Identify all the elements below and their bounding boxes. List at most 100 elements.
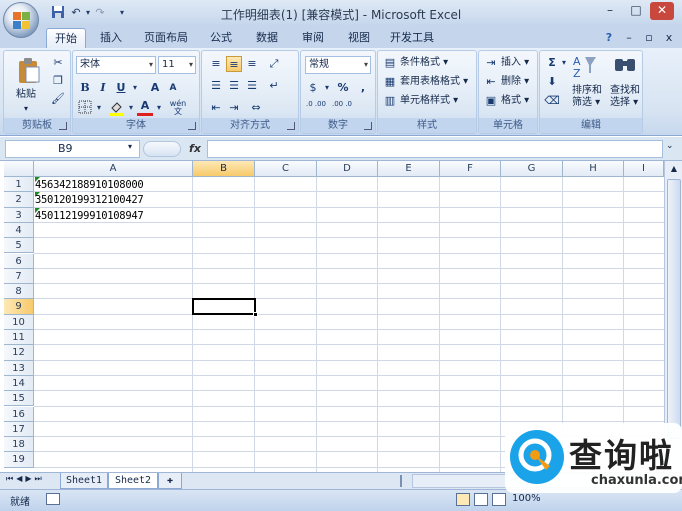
autosum-dropdown-icon[interactable]: ▾ [556, 55, 572, 71]
font-size-combo[interactable]: 11 ▾ [158, 56, 196, 74]
merge-center-icon[interactable]: ⇔ [248, 100, 264, 116]
expand-formula-bar-icon[interactable]: ⌄ [666, 141, 674, 151]
copy-icon[interactable]: ❐ [50, 73, 66, 89]
row-header-18[interactable]: 18 [4, 437, 34, 453]
page-break-view-icon[interactable] [492, 493, 506, 506]
scroll-up-icon[interactable]: ▲ [666, 161, 682, 177]
row-header-14[interactable]: 14 [4, 375, 34, 392]
tab-view[interactable]: 视图 [340, 28, 378, 48]
delete-cells-icon[interactable]: ⇤ [483, 74, 499, 90]
sheet-tab-sheet1[interactable]: Sheet1 [60, 473, 108, 489]
percent-button[interactable]: % [335, 80, 351, 96]
italic-button[interactable]: I [95, 80, 111, 96]
row-header-12[interactable]: 12 [4, 345, 34, 361]
row-header-2[interactable]: 2 [4, 192, 34, 208]
office-button[interactable] [3, 2, 39, 38]
cell-a3[interactable]: 450112199910108947 [35, 209, 144, 224]
alignment-launcher-icon[interactable] [287, 122, 295, 130]
tab-home[interactable]: 开始 [46, 28, 86, 48]
cut-icon[interactable]: ✂ [50, 55, 66, 71]
format-cells-icon[interactable]: ▣ [483, 93, 499, 109]
row-header-7[interactable]: 7 [4, 268, 34, 285]
restore-button[interactable]: □ [624, 2, 648, 20]
delete-cells-button[interactable]: 删除 ▾ [501, 74, 529, 90]
format-painter-icon[interactable]: 🖌 [50, 91, 66, 107]
accounting-dropdown-icon[interactable]: ▾ [319, 80, 335, 96]
format-cells-button[interactable]: 格式 ▾ [501, 93, 529, 109]
format-as-table-icon[interactable]: ▦ [382, 74, 398, 90]
row-header-6[interactable]: 6 [4, 253, 34, 269]
sort-filter-button[interactable]: 排序和 筛选 ▾ [572, 85, 602, 109]
borders-dropdown-icon[interactable]: ▾ [91, 100, 107, 116]
align-left-icon[interactable]: ☰ [208, 78, 224, 94]
conditional-format-icon[interactable]: ▤ [382, 55, 398, 71]
sheet-tab-sheet2[interactable]: Sheet2 [108, 473, 158, 489]
column-header-h[interactable]: H [563, 161, 624, 177]
ribbon-close-icon[interactable]: x [660, 28, 678, 48]
row-header-9[interactable]: 9 [4, 299, 34, 315]
phonetic-button[interactable]: wén 文 [167, 100, 189, 116]
font-launcher-icon[interactable] [188, 122, 196, 130]
row-header-17[interactable]: 17 [4, 421, 34, 438]
format-as-table-button[interactable]: 套用表格格式 ▾ [400, 74, 468, 90]
insert-cells-button[interactable]: 插入 ▾ [501, 55, 529, 71]
ribbon-minimize-icon[interactable]: – [620, 28, 638, 48]
cell-styles-button[interactable]: 单元格样式 ▾ [400, 93, 458, 109]
tab-developer[interactable]: 开发工具 [386, 28, 438, 48]
row-header-3[interactable]: 3 [4, 207, 34, 223]
zoom-level[interactable]: 100% [512, 493, 541, 504]
paste-icon[interactable] [16, 57, 42, 85]
wrap-text-icon[interactable]: ↵ [266, 78, 282, 94]
vertical-scroll-thumb[interactable] [667, 179, 681, 439]
decrease-decimal-button[interactable]: .00 .0 [331, 100, 353, 116]
insert-function-button[interactable]: fx [183, 140, 207, 158]
grow-font-button[interactable]: A [147, 80, 163, 96]
column-header-g[interactable]: G [501, 161, 563, 177]
column-header-e[interactable]: E [378, 161, 440, 177]
number-format-combo[interactable]: 常规 ▾ [305, 56, 371, 74]
align-bottom-icon[interactable]: ≡ [244, 56, 260, 72]
name-box-dropdown-icon[interactable]: ▾ [128, 142, 132, 151]
row-header-4[interactable]: 4 [4, 222, 34, 239]
tab-insert[interactable]: 插入 [92, 28, 130, 48]
macro-record-icon[interactable] [46, 493, 60, 505]
column-header-f[interactable]: F [440, 161, 501, 177]
paste-dropdown-icon[interactable]: ▾ [24, 101, 28, 117]
ribbon-restore-icon[interactable]: ▫ [640, 28, 658, 48]
font-name-combo[interactable]: 宋体 ▾ [76, 56, 156, 74]
row-header-10[interactable]: 10 [4, 314, 34, 330]
clear-icon[interactable]: ⌫ [544, 93, 560, 109]
decrease-indent-icon[interactable]: ⇤ [208, 100, 224, 116]
align-right-icon[interactable]: ☰ [244, 78, 260, 94]
column-header-a[interactable]: A [34, 161, 193, 177]
bold-button[interactable]: B [77, 80, 93, 96]
align-top-icon[interactable]: ≡ [208, 56, 224, 72]
insert-sheet-icon[interactable]: ✚ [158, 473, 182, 489]
fill-icon[interactable]: ⬇ [544, 74, 560, 90]
underline-dropdown-icon[interactable]: ▾ [127, 80, 143, 96]
tab-review[interactable]: 审阅 [294, 28, 332, 48]
select-all-corner[interactable] [4, 161, 34, 177]
formula-input[interactable] [207, 140, 663, 158]
column-header-d[interactable]: D [317, 161, 378, 177]
close-button[interactable]: ✕ [650, 2, 674, 20]
row-header-19[interactable]: 19 [4, 452, 34, 468]
sort-filter-icon[interactable]: AZ [572, 53, 598, 80]
insert-cells-icon[interactable]: ⇥ [483, 55, 499, 71]
tab-split-handle[interactable] [400, 475, 408, 487]
find-select-icon[interactable] [612, 53, 638, 79]
clipboard-launcher-icon[interactable] [59, 122, 67, 130]
shrink-font-button[interactable]: A [165, 80, 181, 96]
font-color-dropdown-icon[interactable]: ▾ [151, 100, 167, 116]
increase-decimal-button[interactable]: .0 .00 [305, 100, 327, 116]
increase-indent-icon[interactable]: ⇥ [226, 100, 242, 116]
orientation-icon[interactable]: ⤢ [266, 56, 282, 72]
tab-page-layout[interactable]: 页面布局 [140, 28, 192, 48]
column-header-b[interactable]: B [193, 161, 255, 177]
row-header-15[interactable]: 15 [4, 391, 34, 407]
help-icon[interactable]: ? [600, 28, 618, 48]
page-layout-view-icon[interactable] [474, 493, 488, 506]
align-center-icon[interactable]: ☰ [226, 78, 242, 94]
comma-button[interactable]: , [355, 80, 371, 96]
normal-view-icon[interactable] [456, 493, 470, 506]
